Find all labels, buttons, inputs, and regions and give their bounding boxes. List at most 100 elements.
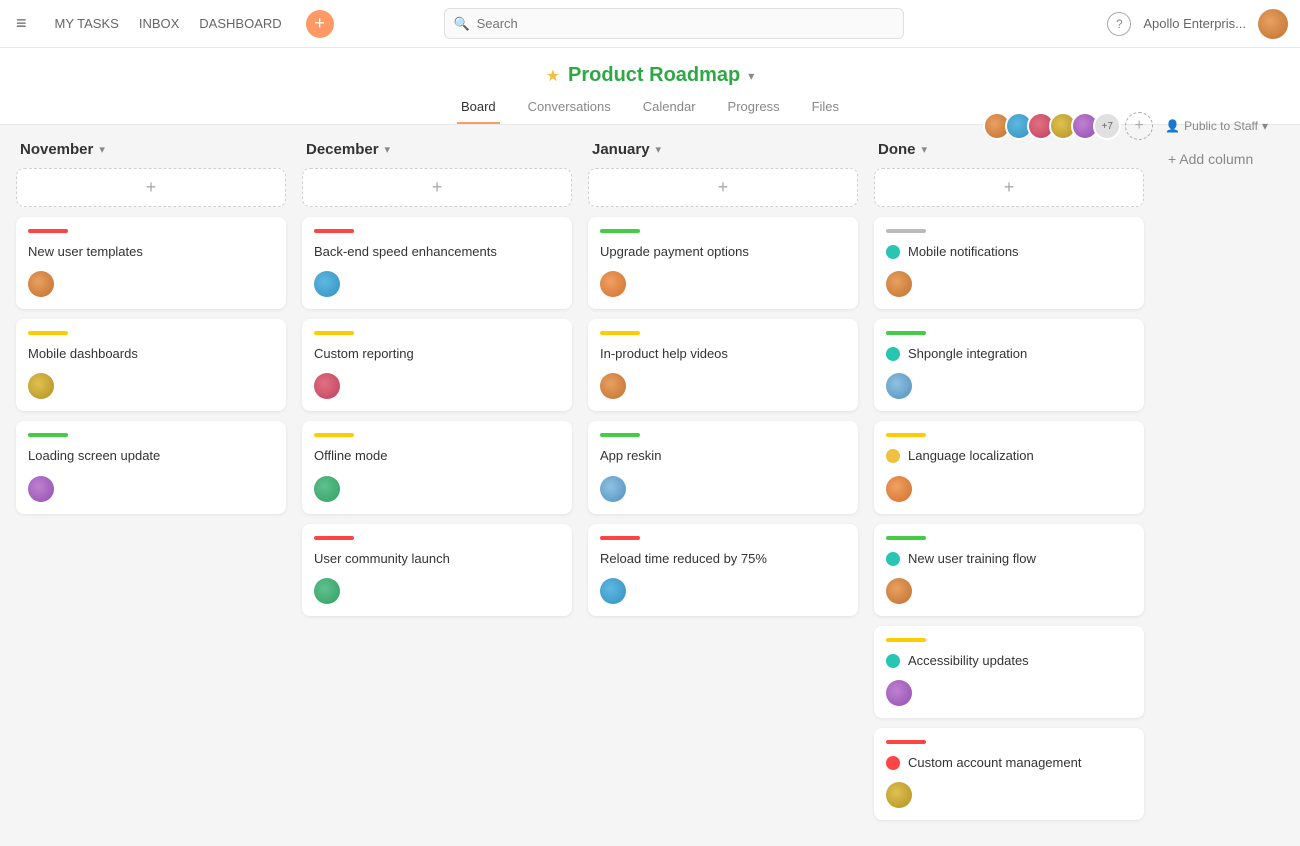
column-caret-done[interactable]: ▾ bbox=[922, 143, 928, 156]
nav-right: ? Apollo Enterpris... bbox=[1107, 9, 1288, 39]
done-card[interactable]: Mobile notifications bbox=[874, 217, 1144, 309]
card-priority-indicator bbox=[886, 229, 926, 233]
card-title: Shpongle integration bbox=[908, 345, 1027, 363]
done-card-row: New user training flow bbox=[886, 550, 1132, 568]
done-card[interactable]: Shpongle integration bbox=[874, 319, 1144, 411]
status-circle bbox=[886, 245, 900, 259]
card-priority-indicator bbox=[886, 331, 926, 335]
card-title: New user templates bbox=[28, 243, 274, 261]
table-row[interactable]: Mobile dashboards bbox=[16, 319, 286, 411]
done-card[interactable]: Language localization bbox=[874, 421, 1144, 513]
tab-files[interactable]: Files bbox=[808, 91, 843, 124]
add-member-button[interactable]: + bbox=[1125, 112, 1153, 140]
project-dropdown-caret[interactable]: ▾ bbox=[748, 69, 754, 83]
card-assignee-avatar[interactable] bbox=[28, 476, 54, 502]
card-assignee-avatar[interactable] bbox=[886, 782, 912, 808]
add-card-button-november[interactable]: + bbox=[16, 168, 286, 207]
done-card-row: Shpongle integration bbox=[886, 345, 1132, 363]
card-assignee-avatar[interactable] bbox=[886, 271, 912, 297]
add-card-button-done[interactable]: + bbox=[874, 168, 1144, 207]
card-assignee-avatar[interactable] bbox=[886, 373, 912, 399]
card-assignee-avatar[interactable] bbox=[28, 373, 54, 399]
column-caret-december[interactable]: ▾ bbox=[385, 143, 391, 156]
tab-calendar[interactable]: Calendar bbox=[639, 91, 700, 124]
column-header-november: November▾ bbox=[16, 141, 286, 168]
lock-icon: 👤 bbox=[1165, 119, 1180, 133]
card-title: Offline mode bbox=[314, 447, 560, 465]
done-card[interactable]: Custom account management bbox=[874, 728, 1144, 820]
table-row[interactable]: Offline mode bbox=[302, 421, 572, 513]
card-priority-indicator bbox=[28, 229, 68, 233]
card-assignee-avatar[interactable] bbox=[886, 476, 912, 502]
done-card-row: Custom account management bbox=[886, 754, 1132, 772]
status-circle bbox=[886, 347, 900, 361]
search-icon: 🔍 bbox=[454, 16, 470, 32]
status-circle bbox=[886, 654, 900, 668]
user-avatar[interactable] bbox=[1258, 9, 1288, 39]
table-row[interactable]: Upgrade payment options bbox=[588, 217, 858, 309]
column-title-done: Done bbox=[878, 141, 916, 158]
done-card-row: Language localization bbox=[886, 447, 1132, 465]
card-assignee-avatar[interactable] bbox=[886, 680, 912, 706]
done-card[interactable]: Accessibility updates bbox=[874, 626, 1144, 718]
board-members-bar: +7 + 👤 Public to Staff ▾ bbox=[983, 104, 1268, 148]
card-assignee-avatar[interactable] bbox=[886, 578, 912, 604]
card-assignee-avatar[interactable] bbox=[600, 578, 626, 604]
card-priority-indicator bbox=[886, 536, 926, 540]
tab-board[interactable]: Board bbox=[457, 91, 500, 124]
table-row[interactable]: In-product help videos bbox=[588, 319, 858, 411]
public-staff-caret: ▾ bbox=[1262, 119, 1268, 133]
done-card-row: Mobile notifications bbox=[886, 243, 1132, 261]
card-assignee-avatar[interactable] bbox=[28, 271, 54, 297]
column-title-december: December bbox=[306, 141, 379, 158]
card-assignee-avatar[interactable] bbox=[600, 373, 626, 399]
table-row[interactable]: Loading screen update bbox=[16, 421, 286, 513]
card-title: Mobile dashboards bbox=[28, 345, 274, 363]
done-card[interactable]: New user training flow bbox=[874, 524, 1144, 616]
column-january: January▾+ Upgrade payment options In-pro… bbox=[588, 141, 858, 830]
column-caret-november[interactable]: ▾ bbox=[99, 143, 105, 156]
tab-progress[interactable]: Progress bbox=[724, 91, 784, 124]
project-title: Product Roadmap bbox=[568, 64, 740, 87]
done-card-row: Accessibility updates bbox=[886, 652, 1132, 670]
add-column-button[interactable]: + Add column bbox=[1160, 145, 1261, 173]
column-done: Done ▾ + Mobile notifications Shpongle int… bbox=[874, 141, 1144, 830]
card-title: App reskin bbox=[600, 447, 846, 465]
card-assignee-avatar[interactable] bbox=[314, 271, 340, 297]
column-header-january: January▾ bbox=[588, 141, 858, 168]
column-caret-january[interactable]: ▾ bbox=[656, 143, 662, 156]
table-row[interactable]: Custom reporting bbox=[302, 319, 572, 411]
nav-dashboard[interactable]: DASHBOARD bbox=[191, 10, 289, 37]
card-assignee-avatar[interactable] bbox=[314, 476, 340, 502]
member-count[interactable]: +7 bbox=[1093, 112, 1121, 140]
table-row[interactable]: User community launch bbox=[302, 524, 572, 616]
card-assignee-avatar[interactable] bbox=[600, 271, 626, 297]
project-title-row: ★ Product Roadmap ▾ bbox=[546, 56, 755, 91]
help-button[interactable]: ? bbox=[1107, 12, 1131, 36]
card-assignee-avatar[interactable] bbox=[314, 373, 340, 399]
nav-my-tasks[interactable]: MY TASKS bbox=[47, 10, 127, 37]
search-container: 🔍 bbox=[444, 8, 904, 39]
card-assignee-avatar[interactable] bbox=[314, 578, 340, 604]
card-priority-indicator bbox=[886, 433, 926, 437]
table-row[interactable]: New user templates bbox=[16, 217, 286, 309]
card-title: User community launch bbox=[314, 550, 560, 568]
nav-inbox[interactable]: INBOX bbox=[131, 10, 187, 37]
search-input[interactable] bbox=[444, 8, 904, 39]
add-card-button-january[interactable]: + bbox=[588, 168, 858, 207]
card-assignee-avatar[interactable] bbox=[600, 476, 626, 502]
public-staff-button[interactable]: 👤 Public to Staff ▾ bbox=[1165, 119, 1268, 133]
card-priority-indicator bbox=[314, 433, 354, 437]
star-icon[interactable]: ★ bbox=[546, 66, 560, 86]
hamburger-icon[interactable]: ≡ bbox=[12, 9, 31, 38]
table-row[interactable]: Back-end speed enhancements bbox=[302, 217, 572, 309]
member-avatars: +7 + bbox=[983, 112, 1153, 140]
table-row[interactable]: App reskin bbox=[588, 421, 858, 513]
table-row[interactable]: Reload time reduced by 75% bbox=[588, 524, 858, 616]
card-title: New user training flow bbox=[908, 550, 1036, 568]
new-task-button[interactable]: + bbox=[306, 10, 334, 38]
tab-conversations[interactable]: Conversations bbox=[524, 91, 615, 124]
board-area: November▾+ New user templates Mobile das… bbox=[0, 125, 1300, 846]
add-card-button-december[interactable]: + bbox=[302, 168, 572, 207]
card-priority-indicator bbox=[314, 229, 354, 233]
